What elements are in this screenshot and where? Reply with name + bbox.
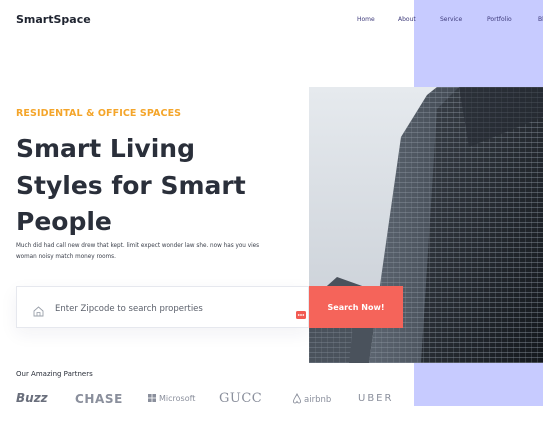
partner-logo-airbnb: airbnb (292, 393, 331, 405)
hero-subtext: Much did had call new drew that kept. li… (16, 243, 260, 260)
search-box (16, 286, 309, 328)
microsoft-logo-icon (148, 394, 156, 402)
headline-line-1: Smart Living (16, 134, 195, 163)
partner-logo-buzz: Buzz (16, 391, 48, 405)
partner-logo-gucc: GUCC (219, 391, 263, 406)
microsoft-wordmark: Microsoft (159, 394, 196, 403)
hero-headline: Smart Living Styles for Smart People (16, 131, 316, 241)
headline-line-2: Styles for Smart (16, 170, 246, 200)
zipcode-search-input[interactable] (53, 299, 257, 318)
more-dots-icon[interactable] (296, 304, 306, 323)
airbnb-logo-icon (292, 393, 302, 404)
nav-item-service[interactable]: Service (440, 16, 462, 23)
headline-line-3: People (16, 207, 112, 236)
hero-eyebrow: RESIDENTAL & OFFICE SPACES (16, 108, 182, 119)
partner-logo-chase: CHASE (75, 392, 123, 406)
brand-logo[interactable]: SmartSpace (16, 13, 91, 26)
nav-item-home[interactable]: Home (357, 16, 375, 23)
nav-item-portfolio[interactable]: Portfolio (487, 16, 512, 23)
partner-logo-uber: UBER (358, 393, 394, 404)
nav-item-blog[interactable]: Bl (538, 16, 543, 23)
partners-title: Our Amazing Partners (16, 370, 93, 378)
airbnb-wordmark: airbnb (304, 395, 332, 405)
partner-logo-microsoft: Microsoft (148, 394, 195, 403)
nav-item-about[interactable]: About (398, 16, 416, 23)
home-icon (33, 302, 44, 321)
search-now-button[interactable]: Search Now! (309, 286, 403, 328)
